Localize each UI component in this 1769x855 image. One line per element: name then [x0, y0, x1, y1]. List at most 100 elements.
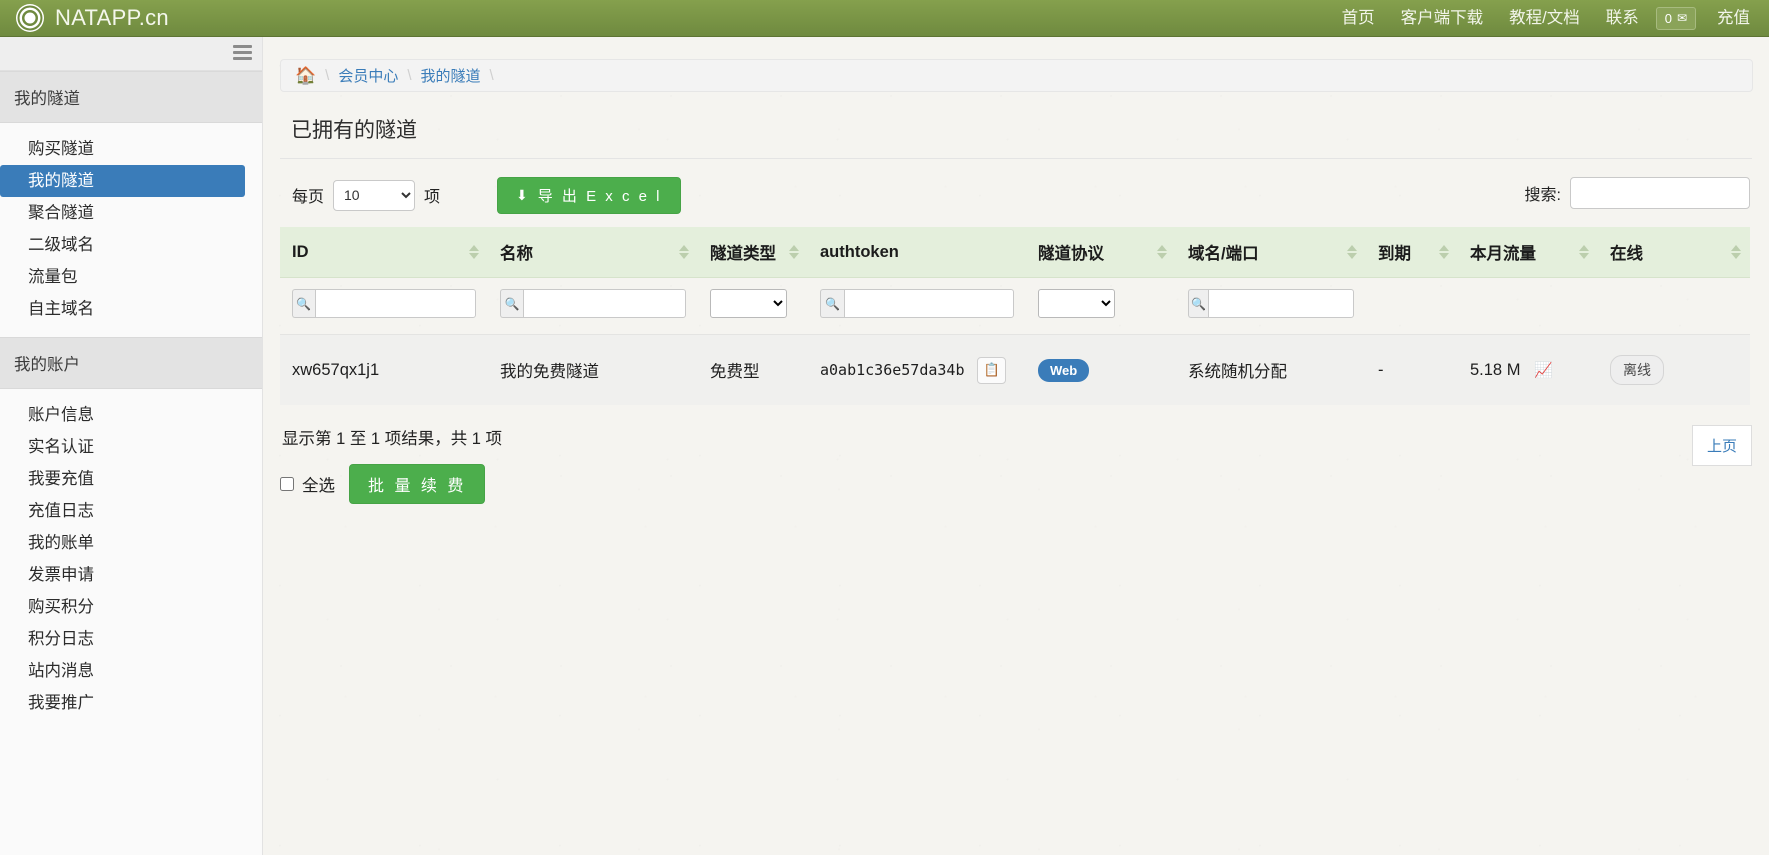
home-icon[interactable]: 🏠 [295, 67, 316, 84]
sidebar-item-buy-points[interactable]: 购买积分 [0, 591, 262, 623]
column-header-online[interactable]: 在线 [1598, 227, 1750, 278]
tunnels-table-wrapper: ID 名称 隧道类型 authtoken 隧道协议 域名/端口 到期 本月流量 … [280, 227, 1752, 405]
breadcrumb: 🏠 \ 会员中心 \ 我的隧道 \ [280, 59, 1753, 92]
column-header-tunnel-type[interactable]: 隧道类型 [698, 227, 808, 278]
sidebar-item-traffic-pack[interactable]: 流量包 [0, 261, 262, 293]
column-header-authtoken[interactable]: authtoken [808, 227, 1026, 278]
search-icon: 🔍 [500, 289, 524, 318]
cell-online: 离线 [1598, 334, 1750, 405]
brand-logo-link[interactable]: NATAPP.cn [16, 4, 169, 32]
traffic-value: 5.18 M [1470, 360, 1521, 379]
sidebar-item-aggregate-tunnel[interactable]: 聚合隧道 [0, 197, 262, 229]
results-info: 显示第 1 至 1 项结果，共 1 项 [282, 430, 503, 448]
sidebar-item-subdomain[interactable]: 二级域名 [0, 229, 262, 261]
sidebar-topbar [0, 37, 262, 71]
column-header-monthly-traffic[interactable]: 本月流量 [1458, 227, 1598, 278]
select-all-checkbox[interactable] [280, 477, 294, 491]
sort-icon[interactable] [789, 243, 799, 261]
brand-name: NATAPP.cn [55, 5, 169, 30]
filter-select-protocol[interactable] [1038, 289, 1115, 318]
page-title: 已拥有的隧道 [291, 119, 417, 142]
filter-cell-id: 🔍 [280, 278, 488, 335]
cell-monthly-traffic: 5.18 M 📈 [1458, 334, 1598, 405]
filter-cell-protocol [1026, 278, 1176, 335]
table-filter-row: 🔍 🔍 🔍 🔍 [280, 278, 1750, 335]
search-input[interactable] [1570, 177, 1750, 209]
sort-icon[interactable] [1579, 243, 1589, 261]
select-all-label: 全选 [302, 477, 335, 495]
column-header-name[interactable]: 名称 [488, 227, 698, 278]
filter-input-name[interactable] [523, 289, 686, 318]
prev-page-button[interactable]: 上页 [1691, 425, 1752, 466]
copy-icon[interactable]: 📋 [977, 356, 1007, 384]
cell-domain-port: 系统随机分配 [1176, 334, 1366, 405]
download-icon: ⬇ [516, 186, 528, 203]
sidebar-item-site-messages[interactable]: 站内消息 [0, 655, 262, 687]
filter-cell-name: 🔍 [488, 278, 698, 335]
envelope-icon: ✉ [1676, 11, 1687, 25]
sidebar-item-invoice-request[interactable]: 发票申请 [0, 559, 262, 591]
tunnels-table: ID 名称 隧道类型 authtoken 隧道协议 域名/端口 到期 本月流量 … [280, 227, 1750, 405]
export-excel-label: 导 出 E x c e l [537, 187, 662, 205]
table-search: 搜索: [1525, 177, 1750, 209]
breadcrumb-separator: \ [407, 67, 412, 84]
sort-icon[interactable] [679, 243, 689, 261]
breadcrumb-separator: \ [325, 67, 330, 84]
sidebar-item-account-info[interactable]: 账户信息 [0, 399, 262, 431]
authtoken-value: a0ab1c36e57da34b [820, 360, 965, 379]
column-label: ID [292, 242, 309, 261]
breadcrumb-separator: \ [489, 67, 494, 84]
top-navbar: NATAPP.cn 首页 客户端下载 教程/文档 联系 0 ✉ 充值 [0, 0, 1769, 37]
column-header-expire[interactable]: 到期 [1366, 227, 1458, 278]
filter-input-id[interactable] [314, 289, 476, 318]
sort-icon[interactable] [1439, 243, 1449, 261]
filter-cell-online [1598, 278, 1750, 335]
table-footer: 显示第 1 至 1 项结果，共 1 项 全选 批 量 续 费 上页 [280, 425, 1752, 535]
bulk-renew-button[interactable]: 批 量 续 费 [349, 464, 486, 504]
search-icon: 🔍 [820, 289, 845, 318]
search-icon: 🔍 [292, 289, 315, 318]
cell-expire: - [1366, 334, 1458, 405]
sidebar-item-recharge-log[interactable]: 充值日志 [0, 495, 262, 527]
cell-protocol: Web [1026, 334, 1176, 405]
nav-link-home[interactable]: 首页 [1329, 0, 1388, 37]
sidebar-item-recharge[interactable]: 我要充值 [0, 463, 262, 495]
chart-icon[interactable]: 📈 [1534, 362, 1553, 379]
cell-tunnel-type: 免费型 [698, 334, 808, 405]
per-page-control: 每页 10 项 [292, 179, 441, 211]
sidebar-item-buy-tunnel[interactable]: 购买隧道 [0, 133, 262, 165]
sort-icon[interactable] [1157, 243, 1167, 261]
sidebar-list-account: 账户信息 实名认证 我要充值 充值日志 我的账单 发票申请 购买积分 积分日志 … [0, 389, 262, 731]
sidebar-item-points-log[interactable]: 积分日志 [0, 623, 262, 655]
filter-input-domain-port[interactable] [1208, 289, 1354, 318]
column-header-domain-port[interactable]: 域名/端口 [1176, 227, 1366, 278]
sidebar-item-my-tunnel[interactable]: 我的隧道 [0, 165, 245, 197]
message-badge[interactable]: 0 ✉ [1655, 6, 1696, 30]
sidebar-item-promote[interactable]: 我要推广 [0, 687, 262, 719]
nav-link-contact[interactable]: 联系 [1593, 0, 1652, 37]
column-header-id[interactable]: ID [280, 227, 488, 278]
sidebar-item-real-name-auth[interactable]: 实名认证 [0, 431, 262, 463]
export-excel-button[interactable]: ⬇ 导 出 E x c e l [497, 176, 681, 214]
select-all-checkbox-label[interactable]: 全选 [280, 472, 335, 496]
hamburger-icon[interactable] [233, 45, 252, 60]
nav-link-client-download[interactable]: 客户端下载 [1388, 0, 1497, 37]
sidebar-item-my-bills[interactable]: 我的账单 [0, 527, 262, 559]
target-rings-icon [16, 4, 44, 32]
column-header-protocol[interactable]: 隧道协议 [1026, 227, 1176, 278]
table-row[interactable]: xw657qx1j1 我的免费隧道 免费型 a0ab1c36e57da34b 📋… [280, 334, 1750, 405]
per-page-select[interactable]: 10 [333, 179, 416, 211]
filter-cell-authtoken: 🔍 [808, 278, 1026, 335]
filter-input-authtoken[interactable] [844, 289, 1014, 318]
sort-icon[interactable] [469, 243, 479, 261]
sort-icon[interactable] [1347, 243, 1357, 261]
nav-link-recharge[interactable]: 充值 [1704, 0, 1763, 37]
filter-select-tunnel-type[interactable] [710, 289, 787, 318]
per-page-suffix-label: 项 [424, 189, 441, 206]
breadcrumb-item-my-tunnel[interactable]: 我的隧道 [421, 65, 481, 86]
sort-icon[interactable] [1731, 243, 1741, 261]
nav-link-docs[interactable]: 教程/文档 [1496, 0, 1593, 37]
sidebar-item-custom-domain[interactable]: 自主域名 [0, 293, 262, 325]
table-header-row: ID 名称 隧道类型 authtoken 隧道协议 域名/端口 到期 本月流量 … [280, 227, 1750, 278]
breadcrumb-item-member-center[interactable]: 会员中心 [338, 65, 398, 86]
